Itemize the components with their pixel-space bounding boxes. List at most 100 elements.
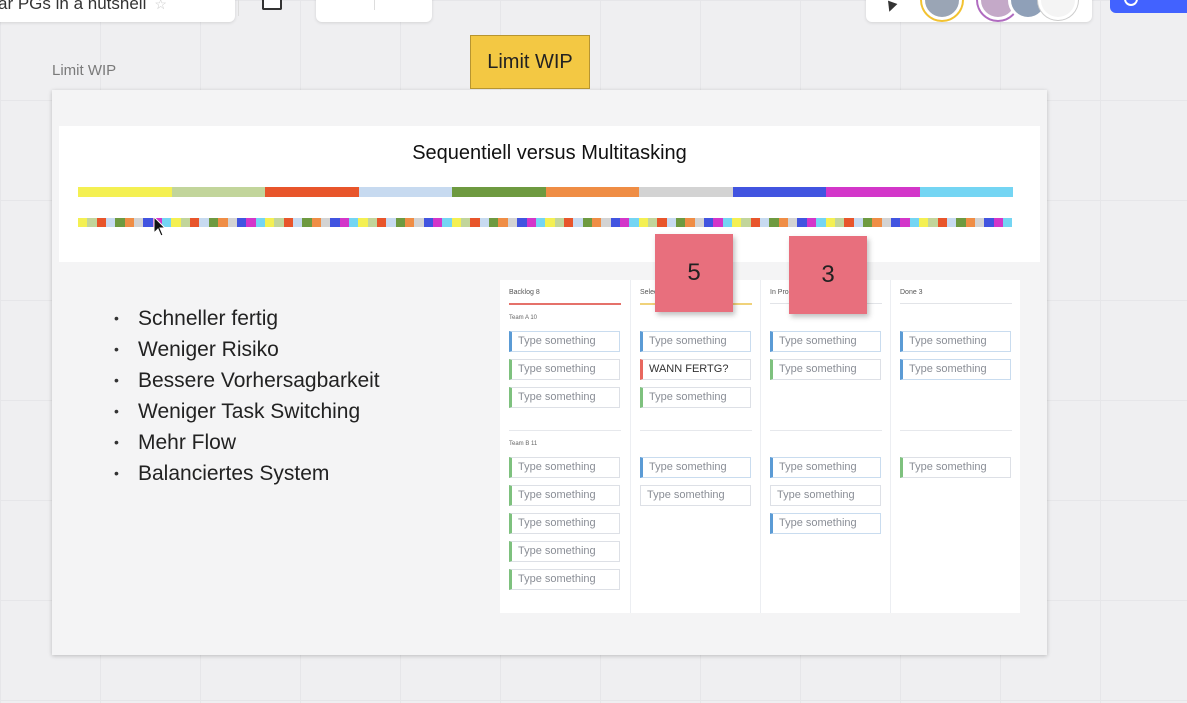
toolbar-group[interactable] — [316, 0, 432, 22]
multitasking-segment — [956, 218, 966, 227]
card[interactable]: Type something — [509, 513, 620, 534]
card[interactable]: Type something — [509, 569, 620, 590]
column-header: Backlog 8 — [509, 289, 540, 296]
multitasking-segment — [797, 218, 807, 227]
multitasking-segment — [676, 218, 686, 227]
card[interactable]: Type something — [509, 331, 620, 352]
multitasking-segment — [825, 218, 835, 227]
multitasking-segment — [115, 218, 125, 227]
multitasking-segment — [348, 218, 359, 227]
multitasking-segment — [395, 218, 406, 227]
multitasking-segment — [358, 218, 368, 227]
wip-limit-sticky-note[interactable]: 3 — [789, 236, 867, 314]
card[interactable]: Type something — [900, 359, 1011, 380]
card[interactable]: Type something — [770, 485, 881, 506]
multitasking-segment — [647, 218, 658, 227]
multitasking-segment — [143, 218, 153, 227]
multitasking-segment — [554, 218, 564, 227]
card[interactable]: Type something — [509, 541, 620, 562]
multitasking-segment — [881, 218, 891, 227]
benefits-list: Schneller fertig Weniger Risiko Bessere … — [112, 303, 380, 489]
sequential-segment — [265, 187, 359, 197]
team-label: Team A 10 — [509, 315, 538, 321]
multitasking-segment — [124, 218, 135, 227]
multitasking-segment — [507, 218, 518, 227]
multitasking-segment — [1003, 218, 1013, 227]
multitasking-segment — [853, 218, 863, 227]
multitasking-segment — [778, 218, 789, 227]
multitasking-segment — [694, 218, 705, 227]
card[interactable]: Type something — [509, 485, 620, 506]
row-divider — [900, 430, 1012, 431]
multitasking-segment — [442, 218, 452, 227]
card[interactable]: Type something — [640, 457, 751, 478]
multitasking-segment — [367, 218, 377, 227]
toolbar-divider — [374, 0, 375, 10]
board-title[interactable]: ar PGs in a nutshell — [0, 0, 146, 14]
multitasking-segment — [760, 218, 770, 227]
multitasking-segment — [134, 218, 144, 227]
share-button[interactable] — [1110, 0, 1187, 13]
multitasking-segment — [246, 218, 256, 227]
multitasking-segment — [619, 218, 630, 227]
multitasking-segment — [283, 218, 293, 227]
multitasking-segment — [311, 218, 321, 227]
sequential-segment — [732, 187, 826, 197]
wip-limit-sticky-note[interactable]: 5 — [655, 234, 733, 312]
board-title-bar[interactable]: ar PGs in a nutshell ☆ — [0, 0, 235, 22]
multitasking-segment — [704, 218, 714, 227]
multitasking-bar — [78, 218, 1013, 227]
export-icon[interactable] — [262, 0, 282, 10]
kanban-board[interactable]: Backlog 8 Team A 10 Type something Type … — [500, 280, 1020, 613]
multitasking-segment — [386, 218, 396, 227]
multitasking-segment — [806, 218, 817, 227]
card[interactable]: Type something — [900, 331, 1011, 352]
card[interactable]: Type something — [770, 331, 881, 352]
card[interactable]: Type something — [770, 457, 881, 478]
multitasking-segment — [106, 218, 116, 227]
frame-label[interactable]: Limit WIP — [52, 62, 116, 79]
multitasking-segment — [872, 218, 882, 227]
multitasking-segment — [227, 218, 237, 227]
list-item: Schneller fertig — [112, 303, 380, 334]
multitasking-segment — [96, 218, 107, 227]
multitasking-segment — [330, 218, 340, 227]
share-icon — [1124, 0, 1138, 6]
multitasking-segment — [591, 218, 602, 227]
card[interactable]: Type something — [770, 513, 881, 534]
multitasking-segment — [769, 218, 779, 227]
list-item: Bessere Vorhersagbarkeit — [112, 365, 380, 396]
multitasking-segment — [535, 218, 546, 227]
sequential-segment — [171, 187, 265, 197]
card[interactable]: WANN FERTG? — [640, 359, 751, 380]
list-item: Mehr Flow — [112, 427, 380, 458]
star-icon[interactable]: ☆ — [154, 0, 167, 13]
card[interactable]: Type something — [640, 331, 751, 352]
limit-wip-sticky-note[interactable]: Limit WIP — [470, 35, 590, 89]
multitasking-segment — [78, 218, 88, 227]
multitasking-segment — [629, 218, 639, 227]
multitasking-segment — [750, 218, 761, 227]
multitasking-segment — [937, 218, 947, 227]
card[interactable]: Type something — [509, 457, 620, 478]
row-divider — [770, 430, 882, 431]
sequential-segment — [545, 187, 639, 197]
sequential-segment — [919, 187, 1013, 197]
card[interactable]: Type something — [640, 387, 751, 408]
multitasking-segment — [610, 218, 620, 227]
multitasking-segment — [320, 218, 331, 227]
multitasking-segment — [918, 218, 929, 227]
card[interactable]: Type something — [509, 359, 620, 380]
card[interactable]: Type something — [509, 387, 620, 408]
multitasking-segment — [685, 218, 695, 227]
card[interactable]: Type something — [770, 359, 881, 380]
multitasking-segment — [638, 218, 648, 227]
multitasking-segment — [339, 218, 349, 227]
card[interactable]: Type something — [900, 457, 1011, 478]
card[interactable]: Type something — [640, 485, 751, 506]
multitasking-segment — [461, 218, 471, 227]
sequential-segment — [639, 187, 733, 197]
multitasking-segment — [741, 218, 751, 227]
sequential-segment — [78, 187, 172, 197]
toolbar-divider — [238, 0, 239, 16]
